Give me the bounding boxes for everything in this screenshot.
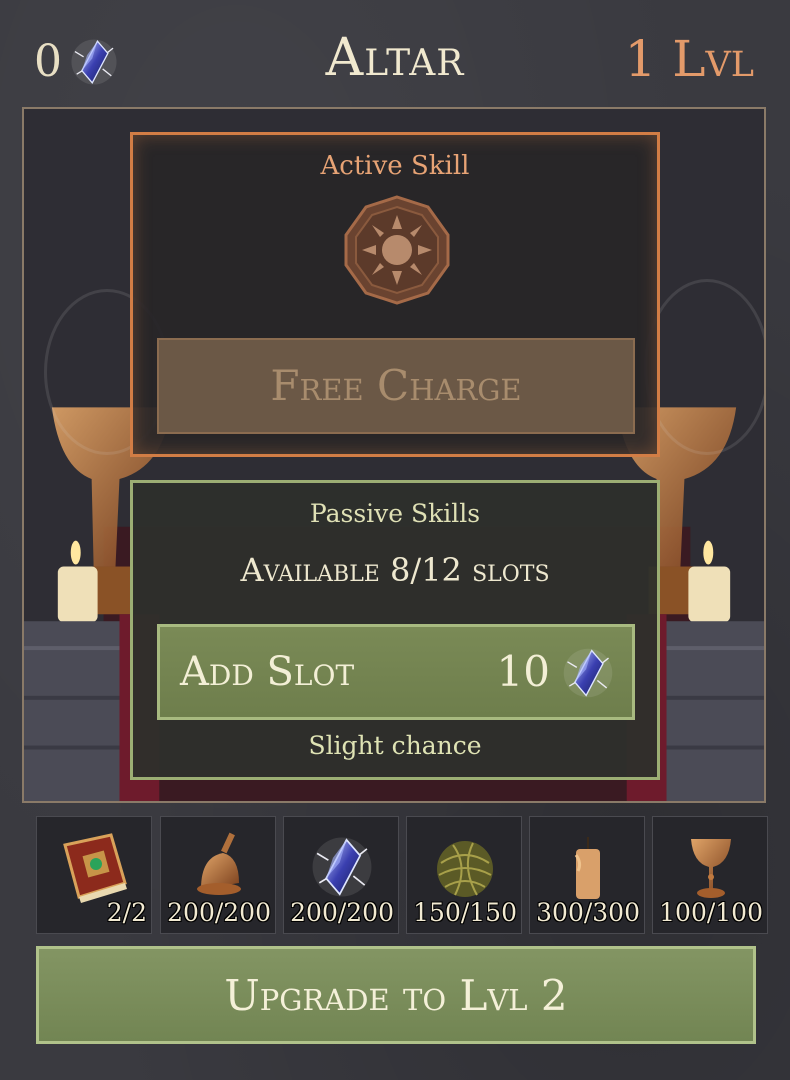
book-icon [63, 833, 127, 903]
herb-ball-icon [437, 841, 493, 897]
add-slot-button[interactable]: Add Slot 10 [157, 624, 635, 720]
active-skill-heading: Active Skill [320, 151, 470, 181]
smoke-wisp [644, 279, 764, 455]
resource-bar: 2/2 200/200 200/200 150/150 300/300 100/… [36, 816, 770, 934]
resource-slot-book[interactable]: 2/2 [36, 816, 152, 934]
add-slot-cost: 10 [496, 647, 550, 696]
level-indicator: 1 Lvl [624, 30, 754, 88]
resource-count: 100/100 [659, 898, 763, 927]
resource-count: 150/150 [413, 898, 517, 927]
crystal-icon [311, 836, 373, 898]
active-skill-panel: Active Skill Free Charge [130, 132, 660, 457]
resource-count: 2/2 [106, 898, 147, 927]
top-bar: 0 Altar 1 Lvl [0, 0, 790, 110]
passive-skills-panel: Passive Skills Available 8/12 slots Add … [130, 480, 660, 780]
chalice-icon [691, 839, 731, 898]
bell-icon [197, 832, 241, 895]
resource-slot-bell[interactable]: 200/200 [160, 816, 276, 934]
resource-slot-herb[interactable]: 150/150 [406, 816, 522, 934]
sun-skill-icon[interactable] [340, 193, 454, 307]
free-charge-button[interactable]: Free Charge [157, 338, 635, 434]
candle-icon [574, 837, 600, 899]
resource-count: 300/300 [536, 898, 640, 927]
resource-count: 200/200 [167, 898, 271, 927]
resource-slot-crystal[interactable]: 200/200 [283, 816, 399, 934]
crystal-icon [560, 645, 616, 701]
upgrade-button[interactable]: Upgrade to Lvl 2 [36, 946, 756, 1044]
add-slot-label: Add Slot [180, 649, 355, 695]
resource-slot-candle[interactable]: 300/300 [529, 816, 645, 934]
chance-text: Slight chance [308, 731, 482, 760]
passive-skills-heading: Passive Skills [309, 499, 481, 528]
available-slots-text: Available 8/12 slots [240, 551, 550, 589]
resource-slot-chalice[interactable]: 100/100 [652, 816, 768, 934]
resource-count: 200/200 [290, 898, 394, 927]
